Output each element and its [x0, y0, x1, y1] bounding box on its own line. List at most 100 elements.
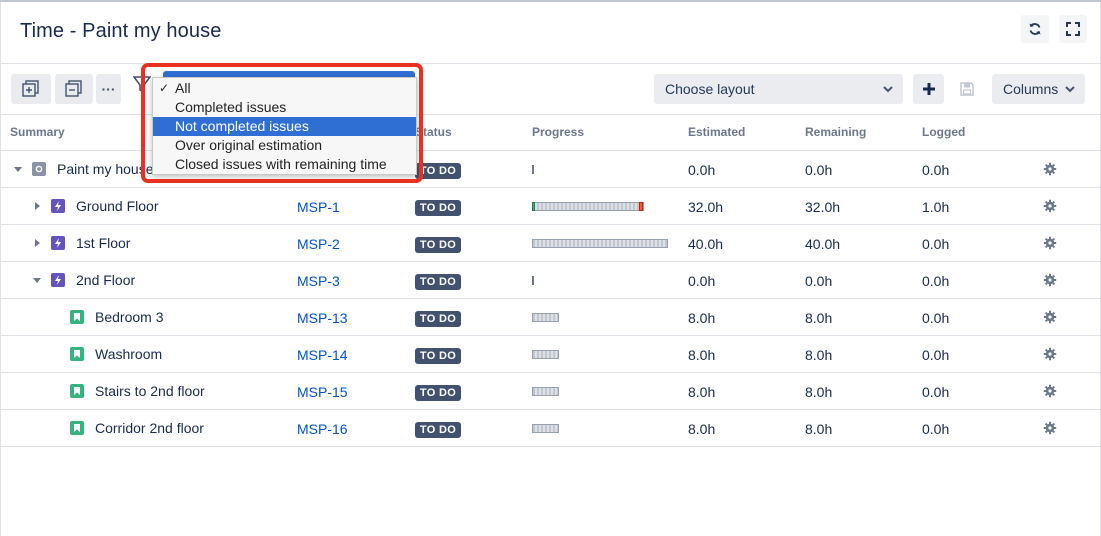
gear-icon[interactable]	[1043, 273, 1057, 287]
fullscreen-icon	[1066, 22, 1080, 36]
issue-key[interactable]: MSP-1	[297, 199, 340, 215]
plus-icon	[922, 83, 935, 95]
remaining-value: 32.0h	[805, 199, 841, 215]
remaining-value: 8.0h	[805, 421, 833, 437]
collapse-all-button[interactable]	[55, 74, 93, 104]
logged-value: 0.0h	[922, 310, 950, 326]
issue-key[interactable]: MSP-14	[297, 347, 348, 363]
status-badge: TO DO	[415, 311, 461, 327]
table-row[interactable]: 2nd Floor MSP-3 TO DO 0.0h 0.0h 0.0h	[0, 262, 1101, 299]
issue-key[interactable]: MSP-13	[297, 310, 348, 326]
column-header-logged[interactable]: Logged	[922, 125, 965, 139]
column-header-progress[interactable]: Progress	[532, 125, 584, 139]
gear-icon[interactable]	[1043, 384, 1057, 398]
status-badge: TO DO	[415, 274, 461, 290]
progress-bar	[532, 202, 644, 211]
caret-down-icon[interactable]	[32, 275, 42, 285]
columns-button[interactable]: Columns	[992, 74, 1085, 104]
gear-icon[interactable]	[1043, 310, 1057, 324]
progress-bar	[532, 239, 668, 248]
remaining-value: 40.0h	[805, 236, 841, 252]
page-title: Time - Paint my house	[20, 20, 222, 42]
story-icon	[70, 310, 84, 324]
gear-icon[interactable]	[1043, 199, 1057, 213]
progress-bar	[532, 387, 559, 396]
table-row[interactable]: Stairs to 2nd floor MSP-15 TO DO 8.0h 8.…	[0, 373, 1101, 410]
status-badge: TO DO	[415, 237, 461, 253]
chevron-down-icon	[1065, 86, 1075, 93]
column-header-summary[interactable]: Summary	[10, 125, 65, 139]
epic-icon	[51, 236, 65, 250]
status-badge: TO DO	[415, 200, 461, 216]
layout-select-value: Choose layout	[665, 81, 755, 97]
table-row[interactable]: Washroom MSP-14 TO DO 8.0h 8.0h 0.0h	[0, 336, 1101, 373]
more-button[interactable]: ···	[96, 74, 121, 104]
remaining-value: 8.0h	[805, 347, 833, 363]
issue-key[interactable]: MSP-3	[297, 273, 340, 289]
row-summary: 1st Floor	[76, 235, 131, 251]
table-row[interactable]: Corridor 2nd floor MSP-16 TO DO 8.0h 8.0…	[0, 410, 1101, 447]
collapse-all-icon	[65, 80, 82, 97]
expand-all-icon	[22, 80, 39, 97]
progress-bar	[532, 350, 559, 359]
remaining-value: 0.0h	[805, 162, 833, 178]
save-icon	[960, 82, 974, 96]
story-icon	[70, 384, 84, 398]
gear-icon[interactable]	[1043, 347, 1057, 361]
column-header-estimated[interactable]: Estimated	[688, 125, 745, 139]
fullscreen-button[interactable]	[1059, 15, 1087, 43]
caret-right-icon[interactable]	[32, 238, 42, 248]
story-icon	[70, 421, 84, 435]
estimated-value: 0.0h	[688, 162, 716, 178]
expand-all-button[interactable]	[11, 74, 51, 104]
epic-icon	[51, 199, 65, 213]
logged-value: 0.0h	[922, 347, 950, 363]
issue-key[interactable]: MSP-2	[297, 236, 340, 252]
row-summary: Stairs to 2nd floor	[95, 383, 205, 399]
table-row[interactable]: Ground Floor MSP-1 TO DO 32.0h 32.0h 1.0…	[0, 188, 1101, 225]
progress-bar	[532, 424, 559, 433]
estimated-value: 8.0h	[688, 384, 716, 400]
remaining-value: 0.0h	[805, 273, 833, 289]
caret-right-icon[interactable]	[32, 201, 42, 211]
logged-value: 0.0h	[922, 421, 950, 437]
save-button[interactable]	[952, 74, 982, 104]
remaining-value: 8.0h	[805, 384, 833, 400]
table-row[interactable]: Bedroom 3 MSP-13 TO DO 8.0h 8.0h 0.0h	[0, 299, 1101, 336]
annotation-highlight	[141, 63, 423, 183]
estimated-value: 0.0h	[688, 273, 716, 289]
columns-button-label: Columns	[1003, 81, 1059, 97]
status-badge: TO DO	[415, 348, 461, 364]
story-icon	[70, 347, 84, 361]
issue-key[interactable]: MSP-16	[297, 421, 348, 437]
gear-icon[interactable]	[1043, 236, 1057, 250]
estimated-value: 8.0h	[688, 347, 716, 363]
row-summary: Bedroom 3	[95, 309, 164, 325]
status-badge: TO DO	[415, 385, 461, 401]
gear-icon[interactable]	[1043, 421, 1057, 435]
row-summary: Ground Floor	[76, 198, 159, 214]
column-header-remaining[interactable]: Remaining	[805, 125, 866, 139]
refresh-button[interactable]	[1021, 15, 1049, 43]
gear-icon[interactable]	[1043, 162, 1057, 176]
issue-key[interactable]: MSP-15	[297, 384, 348, 400]
estimated-value: 8.0h	[688, 310, 716, 326]
remaining-value: 8.0h	[805, 310, 833, 326]
logged-value: 0.0h	[922, 236, 950, 252]
status-badge: TO DO	[415, 422, 461, 438]
epic-icon	[51, 273, 65, 287]
logged-value: 0.0h	[922, 273, 950, 289]
panel-header: Time - Paint my house	[0, 0, 1101, 64]
logged-value: 0.0h	[922, 384, 950, 400]
caret-down-icon[interactable]	[13, 164, 23, 174]
row-summary: Corridor 2nd floor	[95, 420, 204, 436]
row-summary: 2nd Floor	[76, 272, 136, 288]
estimated-value: 8.0h	[688, 421, 716, 437]
table-row[interactable]: 1st Floor MSP-2 TO DO 40.0h 40.0h 0.0h	[0, 225, 1101, 262]
layout-select[interactable]: Choose layout	[654, 74, 903, 104]
refresh-icon	[1029, 23, 1041, 35]
logged-value: 0.0h	[922, 162, 950, 178]
chevron-down-icon	[883, 86, 893, 93]
logged-value: 1.0h	[922, 199, 950, 215]
add-button[interactable]	[913, 74, 944, 104]
